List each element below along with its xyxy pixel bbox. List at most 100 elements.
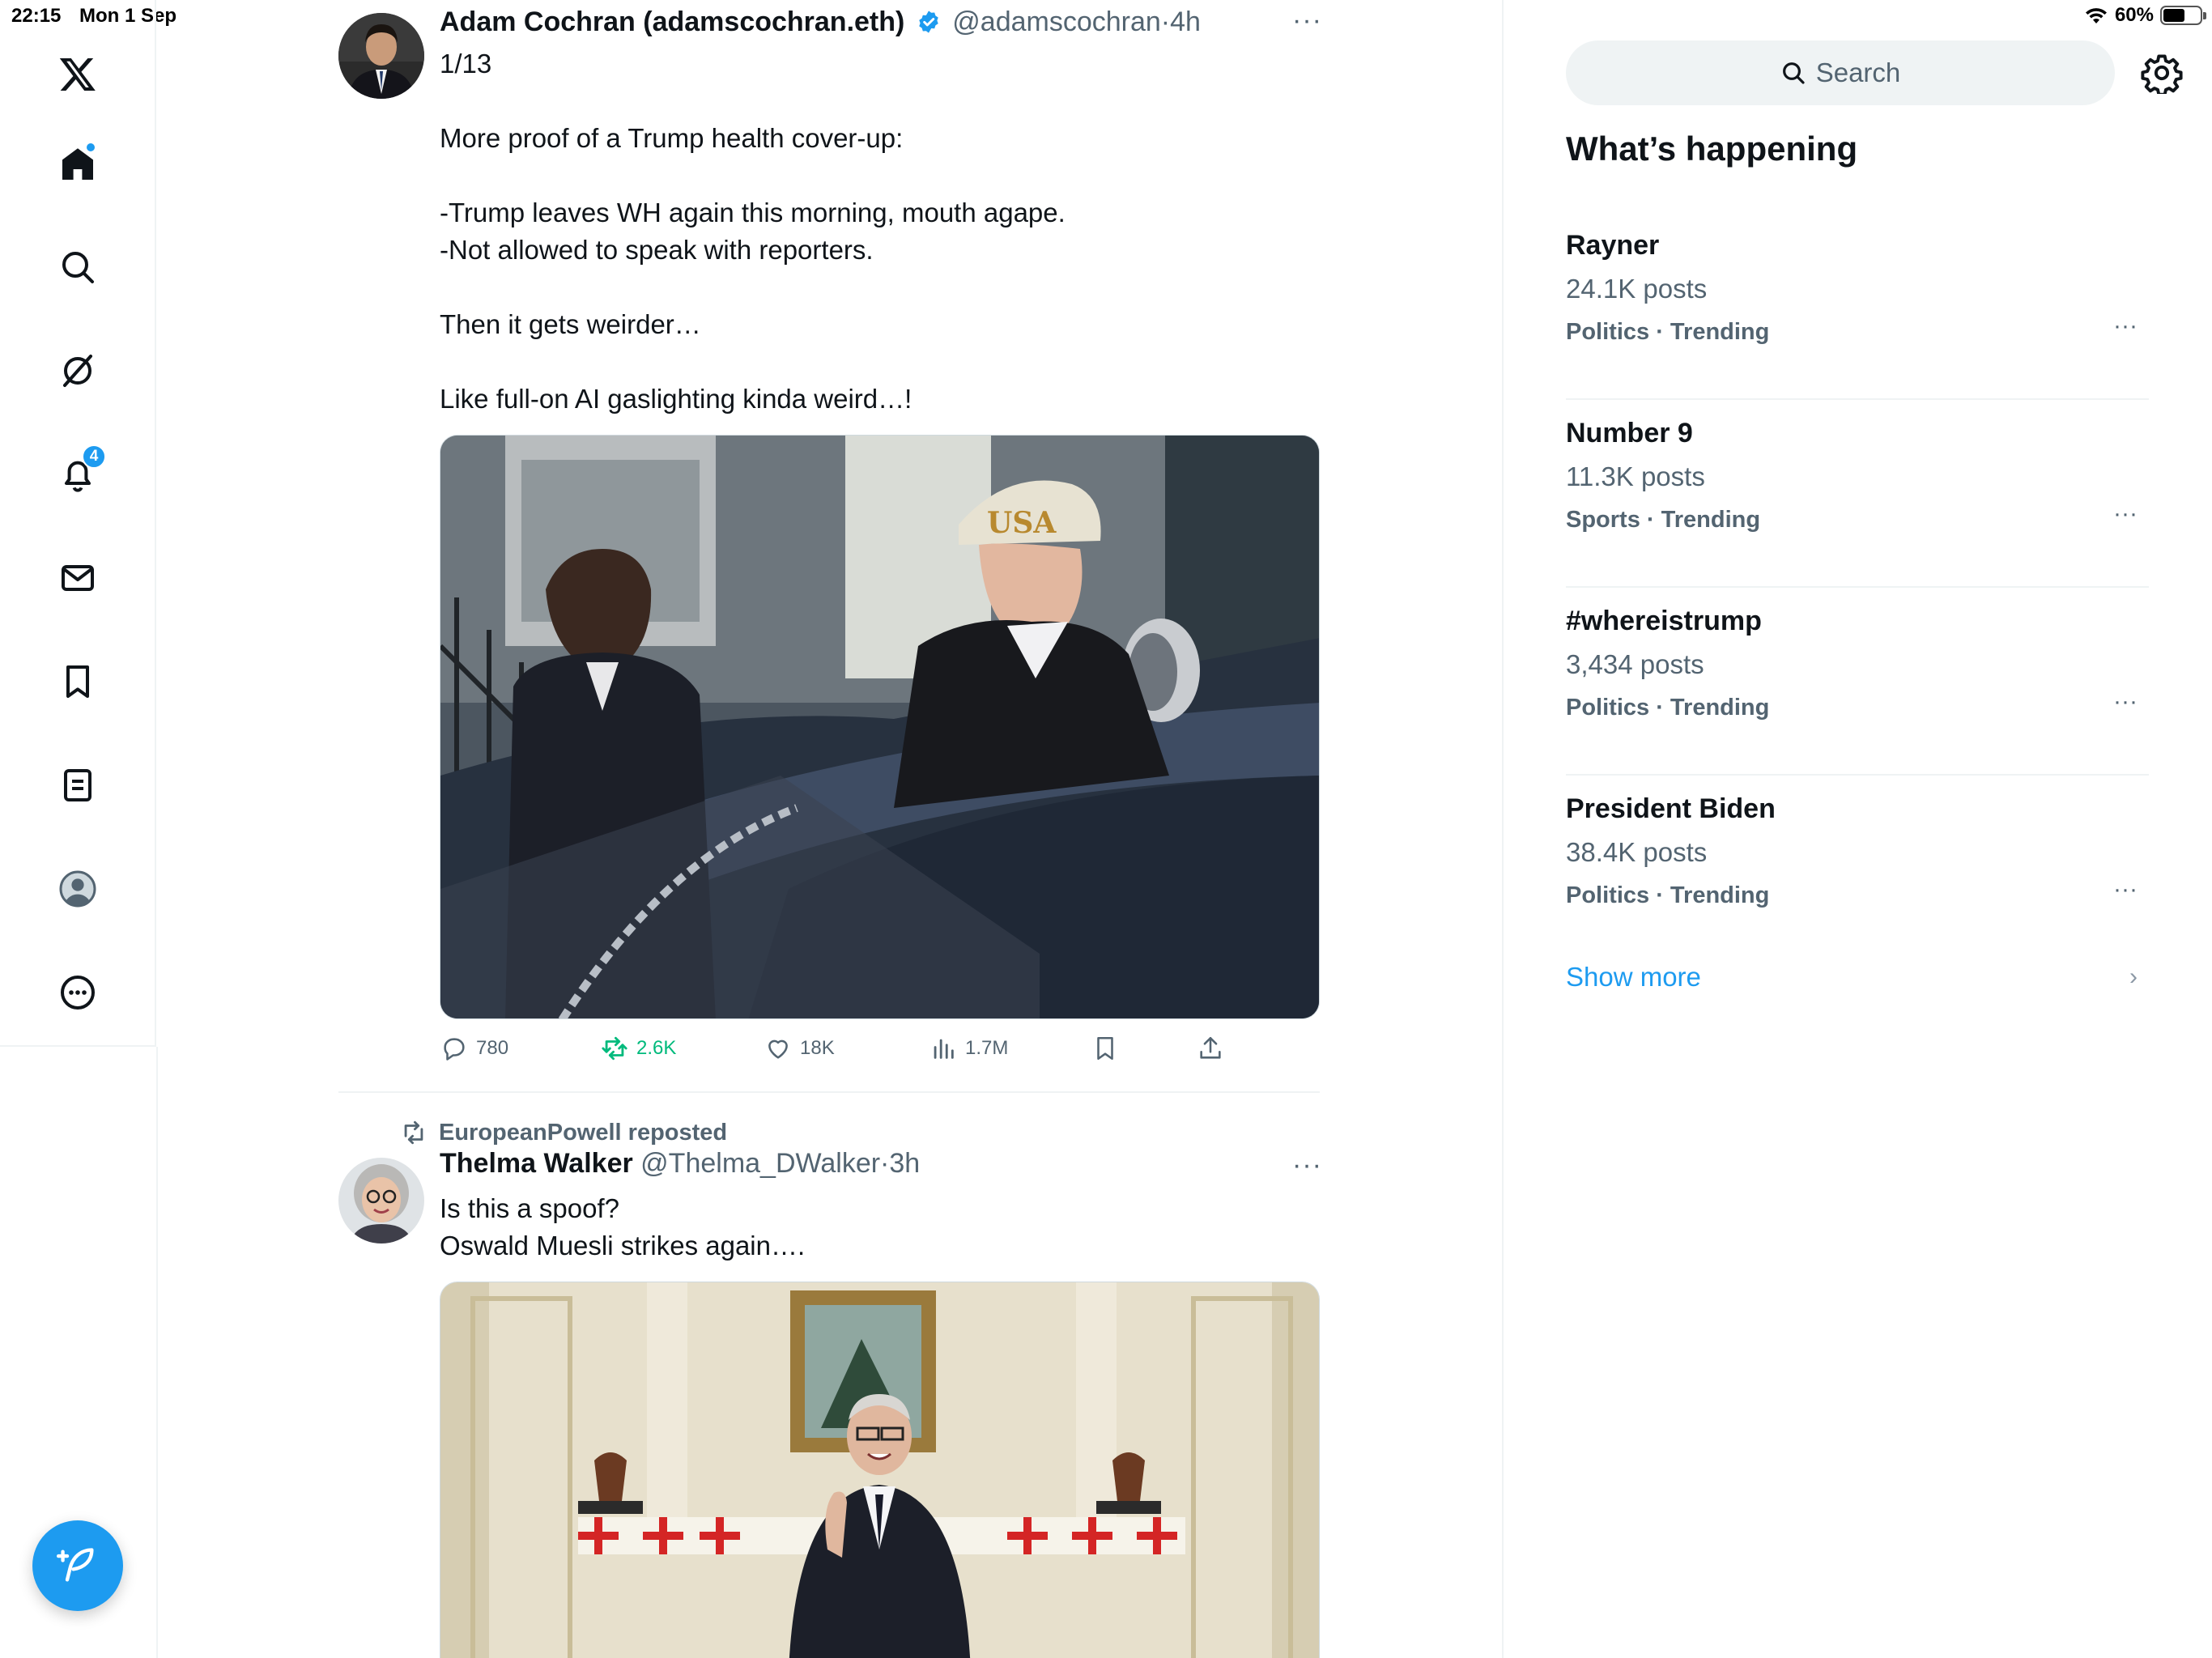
tweet-header: Adam Cochran (adamscochran.eth) @adamsco… [440,6,1201,38]
nav-bookmarks[interactable] [38,642,117,721]
mail-icon [62,565,94,591]
author-avatar[interactable] [338,13,424,99]
photo-scene [440,1282,1319,1658]
search-icon [1782,62,1805,84]
trend-meta: Politics · Trending [1566,882,1770,908]
svg-text:USA: USA [987,506,1057,540]
bookmark-icon [1097,1036,1113,1061]
trend-item[interactable]: President Biden 38.4K posts Politics · T… [1566,776,2149,963]
trend-count: 3,434 posts [1566,649,1704,679]
author-name[interactable]: Thelma Walker [440,1148,633,1179]
wifi-icon [2085,8,2107,23]
tweet-more-button[interactable]: ··· [1292,1150,1322,1181]
status-right: 60% [2084,4,2206,27]
trend-item[interactable]: Number 9 11.3K posts Sports · Trending ·… [1566,400,2149,588]
post-time[interactable]: 3h [889,1148,920,1179]
trend-meta: Sports · Trending [1566,507,1761,533]
trend-count: 24.1K posts [1566,274,1708,304]
nav-more[interactable] [38,953,117,1032]
repost-by-label: EuropeanPowell reposted [439,1119,728,1146]
repost-button[interactable]: 2.6K [601,1035,676,1062]
x-logo[interactable] [38,34,117,113]
author-avatar[interactable] [338,1158,424,1244]
trend-count: 38.4K posts [1566,837,1708,867]
share-button[interactable] [1197,1035,1224,1062]
article-icon [64,769,91,801]
view-count: 1.7M [965,1037,1009,1059]
settings-gear-icon[interactable] [2141,52,2183,94]
trend-name: Number 9 [1566,418,1693,449]
search-placeholder: Search [1815,57,1901,87]
tweet-more-button[interactable]: ··· [1292,5,1322,36]
analytics-icon [934,1039,954,1059]
reply-button[interactable]: 780 [440,1035,508,1062]
tweet-line: -Trump leaves WH again this morning, mou… [440,198,1066,227]
compose-feather-icon [57,1548,94,1582]
repost-context[interactable]: EuropeanPowell reposted [400,1119,727,1146]
trend-more-button[interactable]: ··· [2113,500,2138,528]
views-button[interactable]: 1.7M [929,1035,1008,1062]
avatar-photo [338,13,424,99]
battery-icon [2160,6,2206,25]
trend-count: 11.3K posts [1566,461,1705,491]
trend-more-button[interactable]: ··· [2113,688,2138,716]
tweet-line: -Not allowed to speak with reporters. [440,235,874,265]
trend-item[interactable]: Rayner 24.1K posts Politics · Trending ·… [1566,212,2149,400]
search-bar[interactable]: Search [1566,40,2115,105]
verified-badge-icon [919,11,938,33]
tweet-line: More proof of a Trump health cover-up: [440,123,904,153]
nav-articles[interactable] [38,746,117,825]
trend-name: #whereistrump [1566,606,1762,636]
show-more-link[interactable]: Show more [1566,962,1701,993]
trend-item[interactable]: #whereistrump 3,434 posts Politics · Tre… [1566,588,2149,776]
tweet-line: Is this a spoof? [440,1193,619,1223]
tweet-photo[interactable]: USA [440,435,1320,1019]
whats-happening-title: What’s happening [1566,130,1858,168]
battery-percent: 60% [2114,4,2154,26]
avatar-photo [338,1158,424,1244]
post-time[interactable]: 4h [1170,6,1201,37]
trend-meta: Politics · Trending [1566,319,1770,345]
trend-name: President Biden [1566,793,1776,824]
tweet-header: Thelma Walker @Thelma_DWalker·3h [440,1148,920,1180]
separator-dot: · [880,1148,890,1179]
feed-right-border [1502,0,1504,1658]
tweet-text: Is this a spoof? Oswald Muesli strikes a… [440,1190,1314,1265]
photo-scene: USA [440,436,1319,1018]
profile-avatar-icon [59,870,96,908]
nav-explore[interactable] [38,227,117,307]
more-circle-icon [61,976,95,1010]
left-navigation: 4 [0,0,156,1047]
notifications-badge: 4 [82,444,106,469]
author-handle[interactable]: @adamscochran [952,6,1161,37]
repost-icon [404,1120,423,1145]
trend-more-button[interactable]: ··· [2113,312,2138,340]
trend-name: Rayner [1566,230,1660,261]
share-icon [1200,1036,1221,1059]
author-handle[interactable]: @Thelma_DWalker [640,1148,880,1179]
tweet-line: Then it gets weirder… [440,309,701,339]
nav-notifications[interactable]: 4 [38,435,117,514]
nav-messages[interactable] [38,538,117,618]
compose-post-button[interactable] [32,1520,123,1611]
chevron-right-icon: › [2129,963,2138,990]
x-logo-icon [59,58,96,91]
separator-dot: · [1160,6,1171,37]
tweet-photo[interactable] [440,1282,1320,1658]
bookmark-button[interactable] [1091,1035,1119,1062]
like-button[interactable]: 18K [764,1035,835,1062]
author-name[interactable]: Adam Cochran (adamscochran.eth) [440,6,904,37]
repost-count: 2.6K [636,1037,677,1059]
nav-profile[interactable] [38,849,117,929]
nav-grok[interactable] [38,331,117,410]
heart-icon [768,1039,788,1059]
nav-home[interactable] [38,124,117,203]
trend-meta: Politics · Trending [1566,695,1770,721]
tweet-line: 1/13 [440,49,492,79]
reply-icon [444,1038,465,1061]
trend-more-button[interactable]: ··· [2113,876,2138,903]
nav-divider [156,1047,158,1658]
reply-count: 780 [476,1037,509,1059]
repost-icon [602,1036,627,1061]
tweet-line: Oswald Muesli strikes again…. [440,1231,806,1261]
